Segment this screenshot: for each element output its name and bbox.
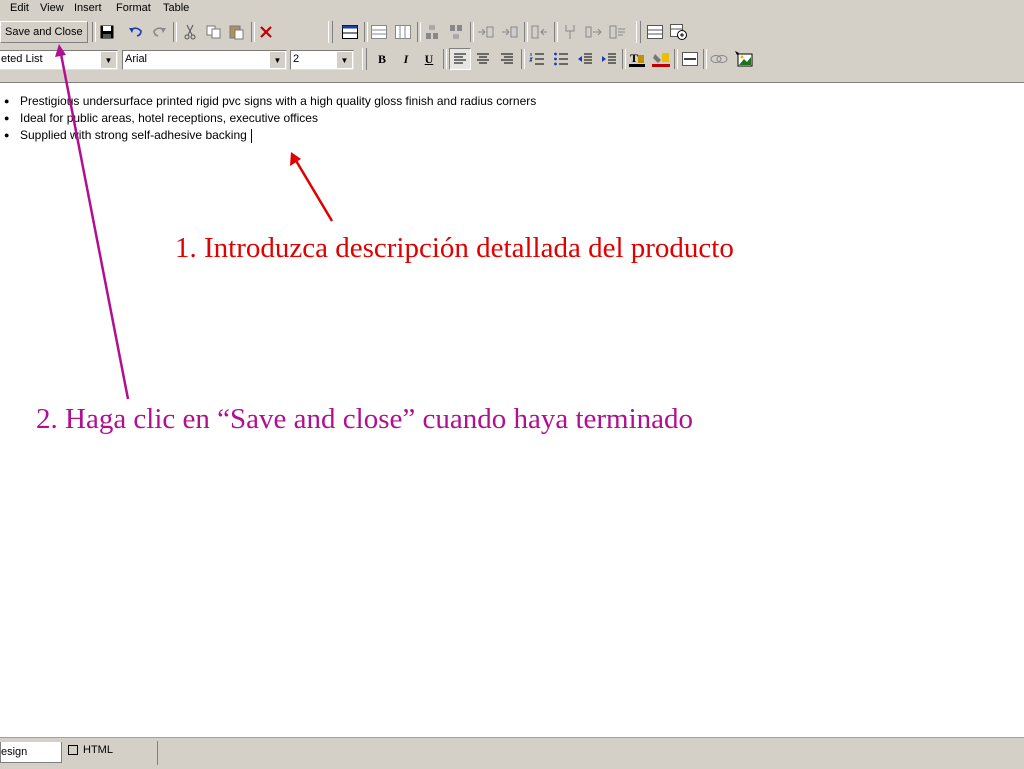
chevron-down-icon[interactable]: ▼: [101, 52, 116, 68]
bold-button[interactable]: B: [372, 48, 392, 70]
toolbar-grip[interactable]: [362, 48, 367, 70]
list-item-text: Ideal for public areas, hotel receptions…: [20, 111, 318, 125]
horizontal-line-icon[interactable]: [680, 48, 700, 70]
editor-chrome: Edit View Insert Format Table Save and C…: [0, 0, 1024, 83]
align-center-icon[interactable]: [473, 48, 493, 70]
bullet-icon: ●: [4, 113, 10, 123]
menu-bar: Edit View Insert Format Table: [0, 0, 1024, 18]
font-select-value: Arial: [125, 53, 148, 65]
standard-toolbar: Save and Close: [0, 20, 1024, 46]
toolbar-grip[interactable]: [636, 21, 641, 43]
bullet-icon: ●: [4, 96, 10, 106]
insert-column-right-icon[interactable]: [500, 21, 520, 43]
chevron-down-icon[interactable]: ▼: [337, 52, 352, 68]
html-view-icon: [68, 745, 78, 755]
list-item-text: Supplied with strong self-adhesive backi…: [20, 128, 247, 142]
table-properties-icon[interactable]: [645, 21, 665, 43]
insert-image-icon[interactable]: [734, 48, 754, 70]
table-columns-icon[interactable]: [393, 21, 413, 43]
save-and-close-button[interactable]: Save and Close: [0, 21, 88, 43]
bullet-icon: ●: [4, 130, 10, 140]
copy-icon[interactable]: [204, 21, 224, 43]
annotation-step-1: 1. Introduzca descripción detallada del …: [175, 232, 734, 264]
font-color-icon[interactable]: T: [627, 48, 647, 70]
insert-table-icon[interactable]: [340, 21, 360, 43]
list-item[interactable]: ● Ideal for public areas, hotel reception…: [4, 110, 536, 127]
style-select[interactable]: eted List ▼: [0, 50, 118, 70]
tab-design[interactable]: esign: [0, 742, 62, 763]
menu-insert[interactable]: Insert: [74, 2, 102, 14]
merge-cells-icon[interactable]: [560, 21, 580, 43]
paste-icon[interactable]: [227, 21, 247, 43]
split-cell-icon[interactable]: [584, 21, 604, 43]
annotation-step-2: 2. Haga clic en “Save and close” cuando …: [36, 403, 694, 435]
tab-html-label: HTML: [83, 744, 113, 756]
toolbar-separator: [470, 22, 474, 42]
outdent-icon[interactable]: [575, 48, 595, 70]
list-item-text: Prestigious undersurface printed rigid p…: [20, 94, 537, 108]
toolbar-separator: [417, 22, 421, 42]
font-select[interactable]: Arial ▼: [122, 50, 287, 70]
chevron-down-icon[interactable]: ▼: [270, 52, 285, 68]
toolbar-separator: [251, 22, 255, 42]
view-mode-bar: esign HTML: [0, 737, 1024, 769]
table-format-icon[interactable]: [669, 21, 689, 43]
numbered-list-icon[interactable]: [527, 48, 547, 70]
toolbar-separator: [524, 22, 528, 42]
align-left-icon[interactable]: [449, 48, 471, 70]
toolbar-separator: [92, 22, 96, 42]
menu-format[interactable]: Format: [116, 2, 151, 14]
cell-properties-icon[interactable]: [608, 21, 628, 43]
underline-button[interactable]: U: [419, 48, 439, 70]
toolbar-separator: [364, 22, 368, 42]
cut-icon[interactable]: [180, 21, 200, 43]
toolbar-separator: [554, 22, 558, 42]
tab-design-label: esign: [1, 746, 28, 758]
insert-row-below-icon[interactable]: [446, 21, 466, 43]
toolbar-separator: [622, 49, 626, 69]
menu-edit[interactable]: Edit: [10, 2, 29, 14]
undo-icon[interactable]: [126, 21, 146, 43]
list-item[interactable]: ● Supplied with strong self-adhesive back…: [4, 127, 536, 144]
delete-column-icon[interactable]: [530, 21, 550, 43]
menu-view[interactable]: View: [40, 2, 64, 14]
menu-table[interactable]: Table: [163, 2, 189, 14]
highlight-color-icon[interactable]: [651, 48, 671, 70]
svg-text:T: T: [630, 51, 638, 65]
toolbar-grip[interactable]: [328, 21, 333, 43]
align-right-icon[interactable]: [497, 48, 517, 70]
italic-button[interactable]: I: [396, 48, 416, 70]
bullet-list: ● Prestigious undersurface printed rigid …: [4, 93, 536, 144]
toolbar-separator: [521, 49, 525, 69]
size-select[interactable]: 2 ▼: [290, 50, 354, 70]
bulleted-list-icon[interactable]: [551, 48, 571, 70]
insert-column-left-icon[interactable]: [476, 21, 496, 43]
indent-icon[interactable]: [599, 48, 619, 70]
delete-icon[interactable]: [256, 21, 276, 43]
formatting-toolbar: eted List ▼ Arial ▼ 2 ▼ B I U T: [0, 47, 1024, 73]
toolbar-separator: [674, 49, 678, 69]
text-caret: [250, 128, 252, 143]
toolbar-separator: [443, 49, 447, 69]
list-item[interactable]: ● Prestigious undersurface printed rigid …: [4, 93, 536, 110]
redo-icon[interactable]: [149, 21, 169, 43]
toolbar-separator: [703, 49, 707, 69]
insert-row-above-icon[interactable]: [422, 21, 442, 43]
save-icon[interactable]: [97, 21, 117, 43]
toolbar-separator: [173, 22, 177, 42]
tab-html[interactable]: HTML: [68, 744, 113, 756]
status-divider: [157, 741, 158, 765]
size-select-value: 2: [293, 53, 300, 65]
link-icon[interactable]: [709, 48, 729, 70]
table-rows-icon[interactable]: [369, 21, 389, 43]
style-select-value: eted List: [1, 53, 43, 65]
